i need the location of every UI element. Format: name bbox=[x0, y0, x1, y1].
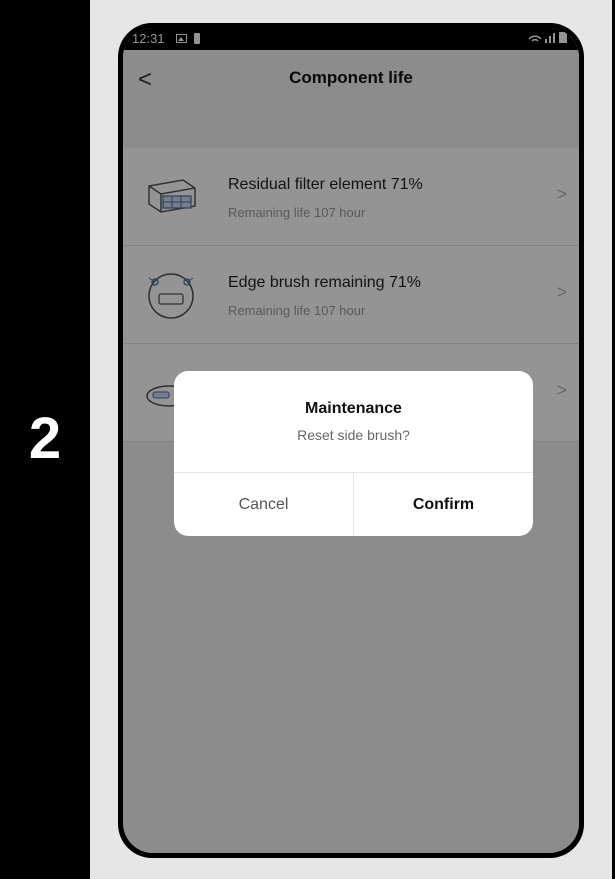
dialog-message: Reset side brush? bbox=[297, 427, 410, 443]
cancel-button[interactable]: Cancel bbox=[174, 473, 353, 536]
confirm-button[interactable]: Confirm bbox=[354, 473, 533, 536]
dialog-title: Maintenance bbox=[305, 400, 402, 417]
maintenance-dialog: Maintenance Reset side brush? Cancel Con… bbox=[174, 371, 533, 536]
step-sidebar: 2 bbox=[0, 0, 90, 879]
step-number: 2 bbox=[28, 406, 62, 471]
phone-frame: 12:31 < Component life Residual filter e… bbox=[118, 23, 584, 858]
phone-screen: 12:31 < Component life Residual filter e… bbox=[123, 28, 579, 853]
